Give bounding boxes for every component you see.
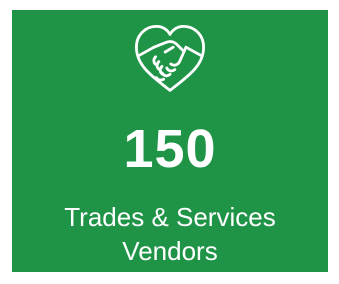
stat-label-line1: Trades & Services [64, 202, 276, 232]
stat-label-line2: Vendors [122, 236, 218, 266]
heart-handshake-icon [130, 20, 210, 100]
vendor-count: 150 [123, 119, 217, 179]
stat-card: 150 Trades & Services Vendors [12, 10, 328, 272]
